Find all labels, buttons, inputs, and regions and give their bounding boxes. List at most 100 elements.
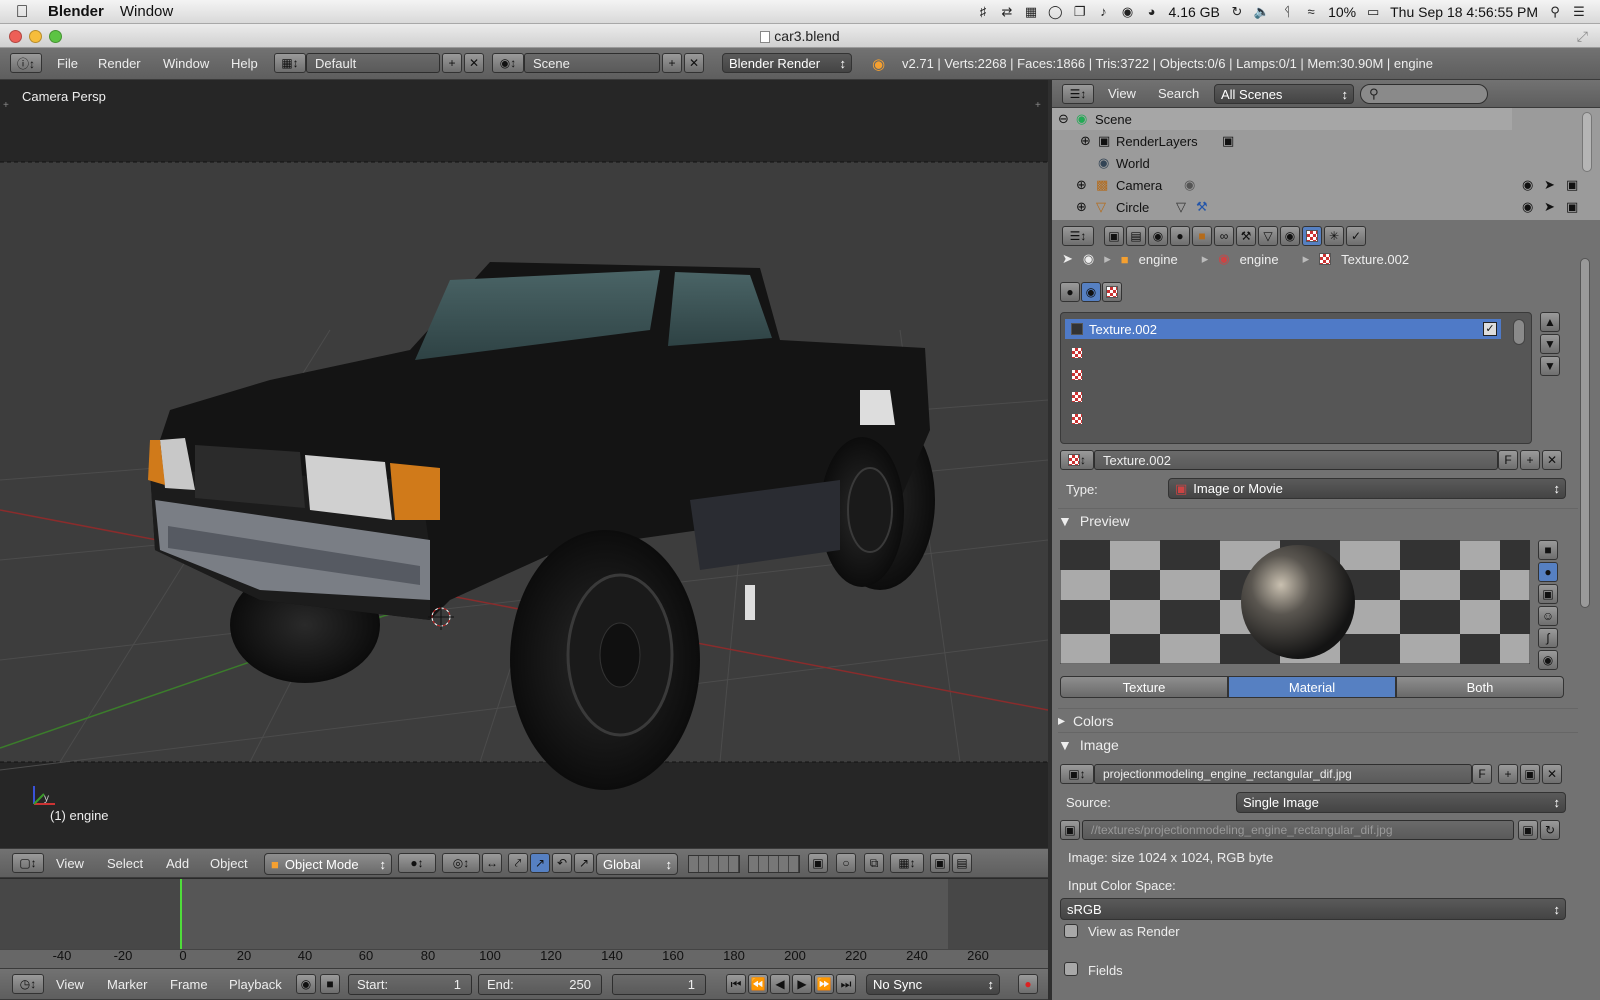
render-tab-icon[interactable]: ▣ <box>1104 226 1124 246</box>
image-name-field[interactable]: projectionmodeling_engine_rectangular_di… <box>1094 764 1472 784</box>
transform-orientation-select[interactable]: Global ↕ <box>596 853 678 875</box>
other-texture-context-icon[interactable] <box>1102 282 1122 302</box>
sync-mode-select[interactable]: No Sync ↕ <box>866 974 1000 995</box>
mode-select[interactable]: ■ Object Mode ↕ <box>264 853 392 875</box>
scene-tab-icon[interactable]: ◉ <box>1148 226 1168 246</box>
modifiers-tab-icon[interactable]: ⚒ <box>1236 226 1256 246</box>
outliner-search-input[interactable]: ⚲ <box>1360 84 1488 104</box>
outliner-display-select[interactable]: All Scenes ↕ <box>1214 84 1354 104</box>
current-frame-marker[interactable] <box>180 879 182 949</box>
properties-editor-type-icon[interactable]: ☰↕ <box>1062 226 1094 246</box>
pin-icon[interactable]: ➤ <box>1062 251 1073 267</box>
outliner-row-world[interactable]: ◉ World <box>1052 152 1512 174</box>
preview-monkey-icon[interactable]: ☺ <box>1538 606 1558 626</box>
outliner-row-renderlayers[interactable]: ⊕ ▣ RenderLayers ▣ <box>1052 130 1512 152</box>
add-scene-icon[interactable]: + <box>662 53 682 73</box>
data-tab-icon[interactable]: ▽ <box>1258 226 1278 246</box>
selectable-cursor-icon[interactable]: ➤ <box>1544 177 1555 193</box>
reload-image-icon[interactable]: ↻ <box>1540 820 1560 840</box>
properties-scrollbar[interactable] <box>1580 258 1590 608</box>
wifi-icon[interactable]: ≈ <box>1304 4 1318 19</box>
move-slot-up-icon[interactable]: ▲ <box>1540 312 1560 332</box>
remove-screen-icon[interactable]: ✕ <box>464 53 484 73</box>
viewport-menu-select[interactable]: Select <box>107 849 143 877</box>
sync-icon[interactable]: ⇄ <box>1000 4 1014 20</box>
notification-center-icon[interactable]: ☰ <box>1572 4 1586 20</box>
menu-help[interactable]: Help <box>231 48 258 79</box>
spotlight-icon[interactable]: ⚲ <box>1548 4 1562 20</box>
physics-tab-icon[interactable]: ✓ <box>1346 226 1366 246</box>
current-frame-field[interactable]: 1 <box>612 974 706 995</box>
render-animation-icon[interactable]: ▤ <box>952 853 972 873</box>
chat-icon[interactable]: ◉ <box>1121 4 1135 20</box>
jump-start-icon[interactable]: ⏮ <box>726 974 746 994</box>
preview-hair-icon[interactable]: ∫ <box>1538 628 1558 648</box>
fullscreen-icon[interactable]: ⤢ <box>1577 24 1588 48</box>
record-icon[interactable]: ● <box>1018 974 1038 994</box>
timeline-menu-frame[interactable]: Frame <box>170 969 208 999</box>
close-window-button[interactable] <box>9 30 22 43</box>
pivot-point-select[interactable]: ◎↕ <box>442 853 480 873</box>
menu-window[interactable]: Window <box>163 48 209 79</box>
outliner-tree[interactable]: ⊖ ◉ Scene ⊕ ▣ RenderLayers ▣ ◉ World ⊕ ▩… <box>1052 108 1600 220</box>
shield-icon[interactable]: ◯ <box>1048 4 1063 20</box>
outliner-menu-search[interactable]: Search <box>1158 80 1199 107</box>
manipulator-active-icon[interactable]: ↗ <box>530 853 550 873</box>
outliner-menu-view[interactable]: View <box>1108 80 1136 107</box>
texture-slot-list[interactable]: Texture.002 ✓ <box>1060 312 1532 444</box>
render-layers-tab-icon[interactable]: ▤ <box>1126 226 1146 246</box>
jump-end-icon[interactable]: ⏭ <box>836 974 856 994</box>
corner-widget-right-icon[interactable]: + <box>1035 100 1041 111</box>
timeline-menu-view[interactable]: View <box>56 969 84 999</box>
pack-image-icon[interactable]: ▣ <box>1060 820 1080 840</box>
world-tab-icon[interactable]: ● <box>1170 226 1190 246</box>
visibility-eye-icon[interactable]: ◉ <box>1522 199 1533 215</box>
render-engine-select[interactable]: Blender Render ↕ <box>722 53 852 73</box>
viewport-shading-select[interactable]: ●↕ <box>398 853 436 873</box>
image-source-select[interactable]: Single Image ↕ <box>1236 792 1566 813</box>
screen-layout-icon[interactable]: ▦↕ <box>274 53 306 73</box>
selectable-cursor-icon[interactable]: ➤ <box>1544 199 1555 215</box>
clock[interactable]: Thu Sep 18 4:56:55 PM <box>1390 4 1538 20</box>
apple-icon[interactable]:  <box>0 2 44 22</box>
empty-slot-icon[interactable] <box>1071 413 1083 425</box>
colors-panel-header[interactable]: ▸ Colors <box>1058 708 1578 732</box>
browse-file-icon[interactable]: ▣ <box>1518 820 1538 840</box>
preview-tab-texture[interactable]: Texture <box>1060 676 1228 698</box>
window-menu[interactable]: Window <box>116 3 185 20</box>
render-opengl-icon[interactable]: ▣ <box>930 853 950 873</box>
proportional-edit-icon[interactable]: ○ <box>836 853 856 873</box>
snap-icon[interactable]: ⧉ <box>864 853 884 873</box>
add-screen-icon[interactable]: + <box>442 53 462 73</box>
preview-flat-icon[interactable]: ■ <box>1538 540 1558 560</box>
open-image-icon[interactable]: ▣ <box>1520 764 1540 784</box>
corner-widget-left-icon[interactable]: + <box>3 100 9 111</box>
material-tab-icon[interactable]: ◉ <box>1280 226 1300 246</box>
headphones-icon[interactable]: ♯ <box>976 4 990 19</box>
outliner-scrollbar[interactable] <box>1582 112 1592 172</box>
bell-icon[interactable]: ♪ <box>1097 4 1111 19</box>
collapse-icon[interactable]: ⊖ <box>1058 111 1069 127</box>
slot-specials-icon[interactable]: ▼ <box>1540 356 1560 376</box>
manipulator-scale-icon[interactable]: ↗ <box>574 853 594 873</box>
memory-readout[interactable]: 4.16 GB <box>1169 4 1220 20</box>
viewport-menu-object[interactable]: Object <box>210 849 248 877</box>
zoom-window-button[interactable] <box>49 30 62 43</box>
lock-layers-icon[interactable]: ▣ <box>808 853 828 873</box>
manipulator-rotate-icon[interactable]: ↶ <box>552 853 572 873</box>
material-texture-context-icon[interactable]: ◉ <box>1081 282 1101 302</box>
texture-type-select[interactable]: ▣ Image or Movie ↕ <box>1168 478 1566 499</box>
menu-file[interactable]: File <box>57 48 78 79</box>
texture-slot-row-selected[interactable]: Texture.002 ✓ <box>1065 319 1501 339</box>
unlink-image-icon[interactable]: ✕ <box>1542 764 1562 784</box>
empty-slot-icon[interactable] <box>1071 391 1083 403</box>
image-fake-user-button[interactable]: F <box>1472 764 1492 784</box>
view-as-render-checkbox[interactable] <box>1064 924 1078 938</box>
grid-icon[interactable]: ▦ <box>1024 4 1038 20</box>
manipulator-translate-icon[interactable]: ⤤ <box>508 853 528 873</box>
texture-browse-icon[interactable]: ↕ <box>1060 450 1094 470</box>
layers-row-2[interactable] <box>748 855 800 873</box>
battery-icon[interactable]: ▭ <box>1366 4 1380 20</box>
menu-render[interactable]: Render <box>98 48 141 79</box>
image-panel-header[interactable]: ▼ Image <box>1058 732 1578 756</box>
